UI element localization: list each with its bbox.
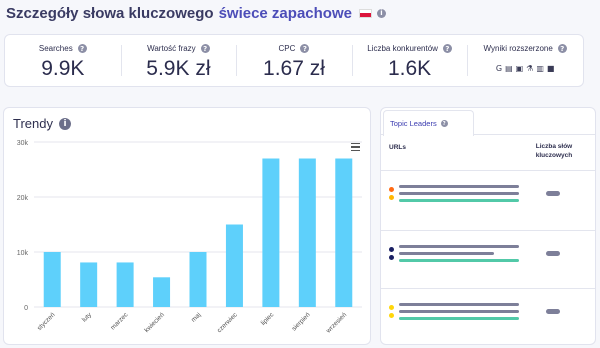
info-icon[interactable]: ? <box>200 44 210 53</box>
x-tick-label: styczeń <box>36 311 57 332</box>
info-icon[interactable]: i <box>376 8 386 18</box>
favicon-dots <box>389 187 394 200</box>
favicon-dot <box>389 195 394 200</box>
url-placeholder <box>399 303 519 324</box>
favicon-dot <box>389 313 394 318</box>
shopping-icon: ▣ <box>515 64 524 73</box>
keyword-count-placeholder <box>546 309 560 314</box>
google-icon: G <box>495 64 503 73</box>
knowledge-icon: ⚗ <box>526 64 534 73</box>
x-tick-label: maj <box>190 311 202 323</box>
column-header-urls: URLs <box>389 144 406 151</box>
x-tick-label: czerwiec <box>216 311 239 334</box>
x-tick-label: sierpień <box>291 311 312 332</box>
serp-feature-icons: G ▤ ▣ ⚗ ▥ ■ <box>496 64 555 73</box>
info-icon[interactable]: ? <box>300 44 310 53</box>
keyword-count-placeholder <box>546 251 560 256</box>
stat-cpc: CPC? 1.67 zł <box>236 35 352 86</box>
favicon-dot <box>389 255 394 260</box>
chart-bar <box>262 158 280 307</box>
table-row[interactable] <box>381 170 595 230</box>
chart-bar <box>225 224 243 307</box>
trends-bar-chart: 0 10k 20k 30k styczeń luty marzec kwiecień maj cz… <box>17 140 362 335</box>
table-row[interactable] <box>381 288 595 344</box>
x-tick-label: marzec <box>110 311 131 332</box>
chart-bar <box>189 252 207 307</box>
topic-leaders-panel: Topic Leaders ? URLs Liczba słów kluczow… <box>380 107 596 345</box>
stat-searches: Searches? 9.9K <box>5 35 121 86</box>
page-header: Szczegóły słowa kluczowego świece zapach… <box>6 2 386 24</box>
chart-bar <box>80 262 98 307</box>
url-placeholder <box>399 245 519 266</box>
page-title: Szczegóły słowa kluczowego <box>6 4 214 22</box>
keyword-text: świece zapachowe <box>218 4 352 22</box>
poland-flag-icon <box>358 8 372 18</box>
favicon-dot <box>389 187 394 192</box>
tab-bar: Topic Leaders ? <box>381 108 595 136</box>
info-icon[interactable]: ? <box>442 44 452 53</box>
favicon-dot <box>389 247 394 252</box>
stats-bar: Searches? 9.9K Wartość frazy? 5.9K zł CP… <box>4 34 584 87</box>
favicon-dots <box>389 247 394 260</box>
stat-label: Searches <box>38 44 73 53</box>
stat-competitors: Liczba konkurentów? 1.6K <box>351 35 468 86</box>
stat-value: 1.6K <box>387 57 432 80</box>
favicon-dots <box>389 305 394 318</box>
stat-serp-features: Wyniki rozszerzone? G ▤ ▣ ⚗ ▥ ■ <box>467 35 583 86</box>
sitelinks-icon: ▥ <box>536 64 544 73</box>
tab-label: Topic Leaders <box>390 119 437 128</box>
stat-value: 5.9K zł <box>146 57 211 80</box>
y-tick-label: 30k <box>17 140 29 147</box>
chart-bar <box>335 158 353 307</box>
y-tick-label: 20k <box>17 195 29 202</box>
x-tick-label: wrzesień <box>324 311 348 335</box>
table-row[interactable] <box>381 230 595 290</box>
y-tick-label: 10k <box>17 250 29 257</box>
info-icon[interactable]: ? <box>77 44 87 53</box>
tab-topic-leaders[interactable]: Topic Leaders ? <box>383 110 474 136</box>
stat-value: 9.9K <box>41 57 85 80</box>
y-tick-label: 0 <box>24 305 28 312</box>
stat-value: 1.67 zł <box>263 57 325 80</box>
chart-bar <box>298 158 316 307</box>
chart-bar <box>116 262 134 307</box>
x-tick-label: lipiec <box>260 311 276 327</box>
stat-phrase-value: Wartość frazy? 5.9K zł <box>120 35 237 86</box>
url-placeholder <box>399 185 519 206</box>
info-icon[interactable]: ? <box>440 120 448 127</box>
info-icon[interactable]: ? <box>557 44 567 53</box>
column-header-keyword-count: Liczba słów kluczowych <box>535 143 573 159</box>
video-icon: ■ <box>546 64 555 73</box>
x-tick-label: luty <box>81 311 94 324</box>
keyword-count-placeholder <box>546 191 560 196</box>
x-tick-label: kwiecień <box>143 311 166 334</box>
stat-label: Wyniki rozszerzone <box>483 44 553 53</box>
stat-label: Liczba konkurentów <box>367 44 438 53</box>
favicon-dot <box>389 305 394 310</box>
stat-label: Wartość frazy <box>147 44 196 53</box>
chart-bar <box>153 277 171 307</box>
image-pack-icon: ▤ <box>505 64 513 73</box>
stat-label: CPC <box>278 44 296 53</box>
trends-panel: Trendy i 0 10k 20k 30k styczeń luty marzec kwie… <box>3 107 371 345</box>
chart-bar <box>43 252 61 307</box>
